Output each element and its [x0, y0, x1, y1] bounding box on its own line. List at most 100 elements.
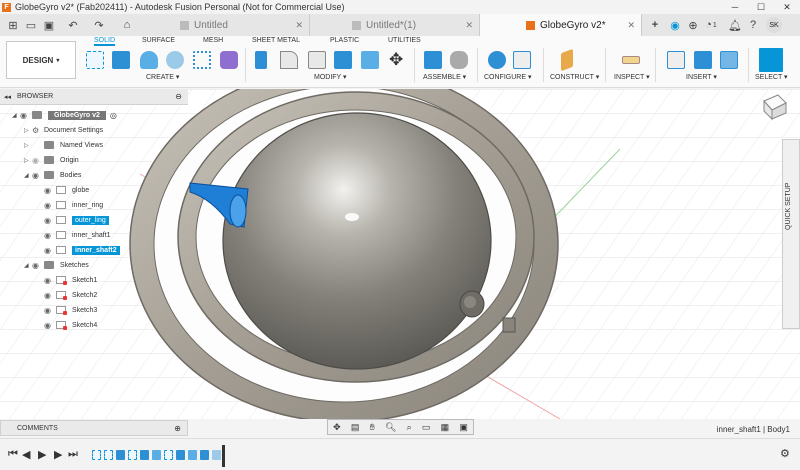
timeline-feature-extrude[interactable] [200, 450, 209, 460]
quick-setup-panel[interactable]: QUICK SETUP [782, 139, 800, 329]
joint-icon[interactable] [450, 51, 468, 69]
timeline-feature-combine[interactable] [212, 450, 221, 460]
visibility-eye-icon[interactable]: ◉ [44, 291, 56, 300]
step-forward-icon[interactable]: ▶ [54, 448, 62, 461]
collapse-icon[interactable]: ◂◂ [4, 93, 11, 101]
tab-utilities[interactable]: UTILITIES [388, 37, 421, 44]
tab-surface[interactable]: SURFACE [142, 37, 175, 44]
save-icon[interactable]: ▣ [40, 16, 58, 34]
timeline-feature-sketch[interactable] [104, 450, 113, 460]
undo-icon[interactable]: ↶ [64, 16, 82, 34]
tab-untitled-1[interactable]: Untitled*(1) ✕ [310, 14, 480, 36]
tab-globegyro[interactable]: GlobeGyro v2* ✕ [480, 14, 642, 36]
browser-header[interactable]: ◂◂ BROWSER ⊖ [0, 89, 188, 105]
offset-plane-icon[interactable] [561, 48, 573, 72]
tab-plastic[interactable]: PLASTIC [330, 37, 359, 44]
viewcube[interactable] [756, 89, 790, 123]
tree-item-sketch2[interactable]: ◉ Sketch2 [44, 288, 97, 302]
visibility-eye-icon[interactable]: ◉ [32, 156, 44, 165]
avatar[interactable]: SK [766, 17, 782, 33]
timeline-feature-sketch[interactable] [164, 450, 173, 460]
tree-item-sketch4[interactable]: ◉ Sketch4 [44, 318, 97, 332]
timeline-feature-sketch[interactable] [128, 450, 137, 460]
timeline-feature-revolve[interactable] [152, 450, 161, 460]
timeline-feature-extrude[interactable] [140, 450, 149, 460]
visibility-eye-icon[interactable]: ◉ [44, 216, 56, 225]
visibility-eye-icon[interactable]: ◉ [44, 231, 56, 240]
tree-item-inner-ring[interactable]: ◉ inner_ring [44, 198, 103, 212]
pan-icon[interactable]: ✋︎ [370, 422, 375, 433]
activate-icon[interactable]: ◎ [110, 111, 117, 120]
insert-mesh-icon[interactable] [694, 51, 712, 69]
new-tab-icon[interactable]: + [646, 16, 664, 34]
fit-icon[interactable]: ⌕ [407, 422, 412, 433]
select-icon[interactable] [759, 48, 783, 72]
grid-settings-icon[interactable]: ▦ [441, 422, 450, 433]
tab-sheet-metal[interactable]: SHEET METAL [252, 37, 300, 44]
tab-solid[interactable]: SOLID [94, 37, 116, 46]
tree-item-sketch1[interactable]: ◉ Sketch1 [44, 273, 97, 287]
hole-icon[interactable] [166, 51, 184, 69]
go-to-start-icon[interactable]: ⏮ [8, 448, 18, 461]
tree-item-sketches[interactable]: ◢ ◉ Sketches [24, 258, 89, 272]
minimize-panel-icon[interactable]: ⊖ [175, 92, 182, 101]
extrude-icon[interactable] [112, 51, 130, 69]
timeline-feature-sketch[interactable] [92, 450, 101, 460]
new-component-icon[interactable] [424, 51, 442, 69]
form-icon[interactable] [220, 51, 238, 69]
tab-untitled[interactable]: Untitled ✕ [140, 14, 310, 36]
extension-icon[interactable]: ◉ [666, 16, 684, 34]
tree-item-origin[interactable]: ▷ ◉ Origin [24, 153, 79, 167]
insert-derive-icon[interactable] [667, 51, 685, 69]
create-menu[interactable]: CREATE ▾ [146, 73, 179, 81]
orbit-icon[interactable]: ✥ [333, 422, 341, 433]
workspace-switcher-button[interactable]: DESIGN ▾ [6, 41, 76, 79]
data-panel-icon[interactable]: ⊞ [4, 16, 22, 34]
close-tab-icon[interactable]: ✕ [295, 20, 303, 31]
add-comment-icon[interactable]: ⊕ [174, 424, 181, 433]
help-icon[interactable]: ? [744, 16, 762, 34]
timeline-marker[interactable] [222, 445, 225, 467]
tree-item-sketch3[interactable]: ◉ Sketch3 [44, 303, 97, 317]
timeline-feature-extrude[interactable] [116, 450, 125, 460]
pattern-icon[interactable] [193, 51, 211, 69]
look-at-icon[interactable]: ▤ [351, 422, 360, 433]
tree-item-inner-shaft2[interactable]: ◉ inner_shaft2 [44, 243, 120, 257]
expand-icon[interactable]: ▷ [24, 157, 32, 164]
new-sketch-icon[interactable] [86, 51, 104, 69]
tree-item-document-settings[interactable]: ▷ ⚙ Document Settings [24, 123, 103, 137]
viewports-icon[interactable]: ▣ [459, 422, 468, 433]
file-icon[interactable]: ▭ [22, 16, 40, 34]
comments-panel[interactable]: COMMENTS ⊕ [0, 420, 188, 436]
visibility-eye-icon[interactable]: ◉ [44, 186, 56, 195]
bell-icon[interactable]: 🔔︎ [726, 16, 744, 34]
go-to-end-icon[interactable]: ⏭ [68, 448, 78, 461]
expand-icon[interactable]: ▷ [24, 142, 32, 149]
shell-icon[interactable] [334, 51, 352, 69]
home-icon[interactable]: ⌂ [118, 16, 136, 34]
visibility-eye-icon[interactable]: ◉ [32, 261, 44, 270]
visibility-eye-icon[interactable]: ◉ [44, 246, 56, 255]
close-tab-icon[interactable]: ✕ [465, 20, 473, 31]
step-back-icon[interactable]: ◀ [22, 448, 30, 461]
move-icon[interactable]: ✥ [389, 50, 403, 70]
close-button[interactable]: ✕ [774, 0, 800, 14]
connect-icon[interactable]: ⊕ [684, 16, 702, 34]
inspect-menu[interactable]: INSPECT ▾ [614, 73, 650, 81]
select-menu[interactable]: SELECT ▾ [755, 73, 788, 81]
measure-icon[interactable] [622, 56, 640, 64]
insert-image-icon[interactable] [720, 51, 738, 69]
insert-menu[interactable]: INSERT ▾ [686, 73, 717, 81]
visibility-eye-icon[interactable]: ◉ [32, 171, 44, 180]
tree-item-outer-ling[interactable]: ◉ outer_ling [44, 213, 109, 227]
tab-mesh[interactable]: MESH [203, 37, 223, 44]
globe-body[interactable] [222, 112, 492, 370]
expand-icon[interactable]: ◢ [24, 172, 32, 179]
revolve-icon[interactable] [140, 51, 158, 69]
gear-icon[interactable]: ⚙ [780, 447, 790, 460]
configure-menu[interactable]: CONFIGURE ▾ [484, 73, 531, 81]
table-icon[interactable] [513, 51, 531, 69]
tree-item-globe[interactable]: ◉ globe [44, 183, 89, 197]
press-pull-icon[interactable] [255, 51, 267, 69]
expand-icon[interactable]: ▷ [24, 127, 32, 134]
